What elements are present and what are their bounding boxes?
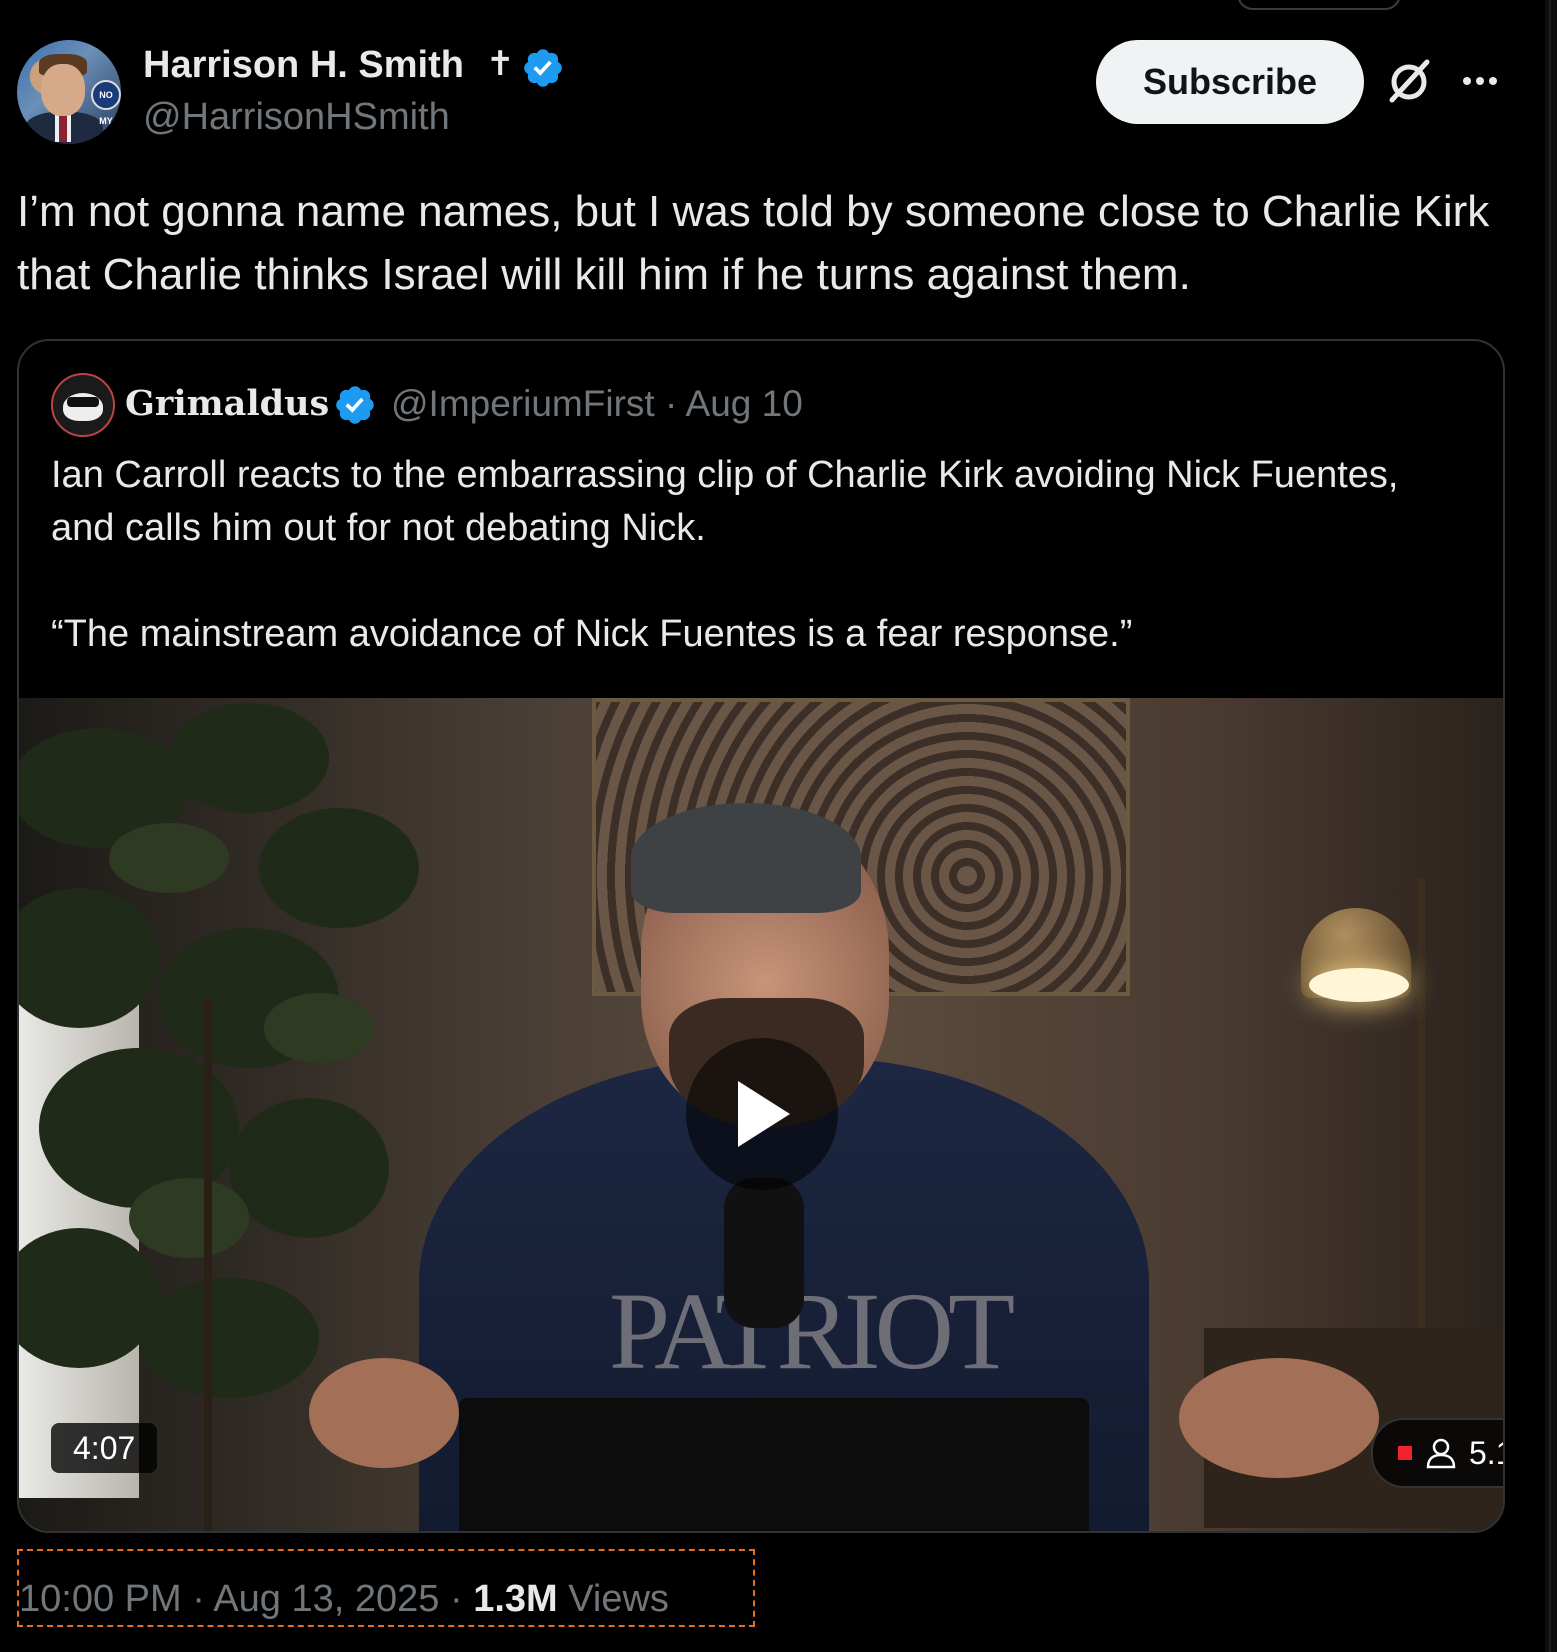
author-name-symbol: ✝ xyxy=(486,45,515,83)
scrollbar[interactable] xyxy=(1545,0,1557,1652)
quote-author-avatar[interactable] xyxy=(51,373,115,437)
views-label: Views xyxy=(557,1578,669,1620)
author-avatar[interactable]: NO MY xyxy=(17,40,121,144)
live-viewer-count: 5.1 xyxy=(1469,1435,1503,1471)
video-player[interactable]: PATRIOT 4:07 5.1 xyxy=(19,698,1503,1531)
verified-badge-icon[interactable] xyxy=(521,46,565,90)
quote-verified-badge-icon xyxy=(336,386,374,424)
subscribe-button[interactable]: Subscribe xyxy=(1096,40,1364,124)
quote-author-name[interactable]: Grimaldus xyxy=(125,383,329,424)
play-button[interactable] xyxy=(686,1038,838,1190)
avatar-face xyxy=(41,64,85,116)
tweet-timestamp[interactable]: 10:00 PM · Aug 13, 2025 · xyxy=(19,1578,473,1620)
video-laptop xyxy=(459,1398,1089,1531)
play-icon xyxy=(738,1081,790,1147)
quote-avatar-mask xyxy=(67,397,99,407)
scrollbar-track xyxy=(1549,0,1551,1652)
user-icon xyxy=(1426,1438,1456,1469)
tweet-text: I’m not gonna name names, but I was told… xyxy=(17,187,1490,299)
video-hand-right xyxy=(1179,1358,1379,1478)
video-hand-left xyxy=(309,1358,459,1468)
video-lamp-light xyxy=(1309,968,1409,1002)
avatar-tie xyxy=(59,114,67,142)
author-handle[interactable]: @HarrisonHSmith xyxy=(143,96,450,139)
quote-tweet-card[interactable]: Grimaldus @ImperiumFirst · Aug 10 Ian Ca… xyxy=(17,339,1505,1533)
author-name[interactable]: Harrison H. Smith xyxy=(143,44,464,87)
live-viewers-badge[interactable]: 5.1 xyxy=(1371,1418,1503,1488)
video-microphone xyxy=(724,1178,804,1328)
views-count[interactable]: 1.3M xyxy=(473,1578,557,1620)
video-shirt-text: PATRIOT xyxy=(609,1270,1015,1392)
top-pill-button[interactable] xyxy=(1237,0,1401,10)
video-person-cap xyxy=(631,803,861,913)
quote-text: Ian Carroll reacts to the embarrassing c… xyxy=(51,454,1399,655)
tweet-meta: 10:00 PM · Aug 13, 2025 · 1.3M Views xyxy=(19,1578,669,1621)
quote-handle-date[interactable]: @ImperiumFirst · Aug 10 xyxy=(391,383,803,425)
more-icon[interactable] xyxy=(1455,56,1505,106)
video-duration: 4:07 xyxy=(51,1423,158,1473)
grok-icon[interactable] xyxy=(1385,56,1435,106)
avatar-badge: NO MY xyxy=(91,80,121,126)
live-dot-icon xyxy=(1398,1446,1412,1460)
